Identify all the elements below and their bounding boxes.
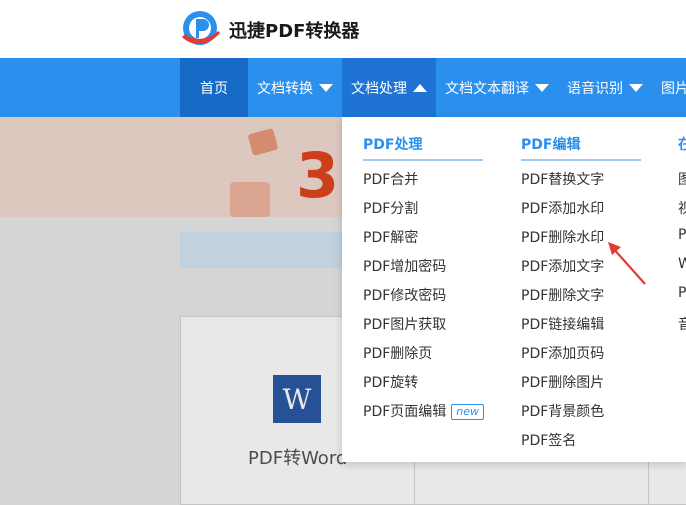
doc-process-dropdown: PDF处理 PDF合并 PDF分割 PDF解密 PDF增加密码 PDF修改密码 …	[342, 117, 686, 462]
main-nav: 首页 文档转换 文档处理 文档文本翻译 语音识别 图片	[0, 58, 686, 117]
column-title-pdf-edit: PDF编辑	[521, 137, 581, 153]
menu-item-pdf-merge[interactable]: PDF合并	[363, 169, 418, 189]
menu-item-pdf-delete-images[interactable]: PDF删除图片	[521, 372, 604, 392]
menu-item-pdf-remove-watermark[interactable]: PDF删除水印	[521, 227, 604, 247]
nav-doc-convert[interactable]: 文档转换	[248, 58, 342, 117]
nav-doc-translate[interactable]: 文档文本翻译	[436, 58, 558, 117]
menu-item-pdf-signature[interactable]: PDF签名	[521, 430, 576, 450]
chevron-down-icon	[629, 83, 643, 92]
menu-item-clipped[interactable]: 视	[678, 198, 686, 218]
menu-item-pdf-page-edit[interactable]: PDF页面编辑 new	[363, 401, 485, 421]
menu-item-pdf-rotate[interactable]: PDF旋转	[363, 372, 418, 392]
chevron-up-icon	[413, 83, 427, 92]
nav-image-label: 图片	[661, 80, 686, 97]
menu-item-pdf-change-password[interactable]: PDF修改密码	[363, 285, 446, 305]
nav-speech-label: 语音识别	[567, 80, 623, 97]
menu-item-pdf-background-color[interactable]: PDF背景颜色	[521, 401, 604, 421]
annotation-arrow-icon	[608, 242, 646, 285]
chevron-down-icon	[535, 83, 549, 92]
nav-speech[interactable]: 语音识别	[558, 58, 652, 117]
header: 迅捷PDF转换器	[0, 0, 686, 58]
logo-icon[interactable]	[178, 7, 222, 49]
menu-item-pdf-add-text[interactable]: PDF添加文字	[521, 256, 604, 276]
column-title-clipped: 在	[678, 137, 686, 153]
menu-item-pdf-delete-pages[interactable]: PDF删除页	[363, 343, 432, 363]
menu-item-pdf-add-password[interactable]: PDF增加密码	[363, 256, 446, 276]
menu-item-label: PDF页面编辑	[363, 404, 447, 420]
menu-item-pdf-extract-images[interactable]: PDF图片获取	[363, 314, 446, 334]
chevron-down-icon	[319, 83, 333, 92]
column-divider	[521, 159, 641, 161]
nav-home-label: 首页	[200, 80, 228, 97]
column-divider	[363, 159, 483, 161]
menu-item-clipped[interactable]: 图	[678, 169, 686, 189]
nav-image[interactable]: 图片	[652, 58, 686, 117]
nav-doc-convert-label: 文档转换	[257, 80, 313, 97]
menu-item-clipped[interactable]: P	[678, 227, 686, 243]
menu-item-pdf-split[interactable]: PDF分割	[363, 198, 418, 218]
menu-item-clipped[interactable]: 音	[678, 314, 686, 334]
column-title-pdf-process: PDF处理	[363, 137, 423, 153]
menu-item-pdf-decrypt[interactable]: PDF解密	[363, 227, 418, 247]
menu-item-clipped[interactable]: P	[678, 285, 686, 301]
brand-name[interactable]: 迅捷PDF转换器	[229, 17, 359, 43]
nav-doc-translate-label: 文档文本翻译	[445, 80, 529, 97]
nav-home[interactable]: 首页	[180, 58, 248, 117]
new-badge: new	[451, 404, 485, 420]
menu-item-pdf-link-edit[interactable]: PDF链接编辑	[521, 314, 604, 334]
menu-item-pdf-add-page-numbers[interactable]: PDF添加页码	[521, 343, 604, 363]
menu-item-pdf-add-watermark[interactable]: PDF添加水印	[521, 198, 604, 218]
menu-item-pdf-delete-text[interactable]: PDF删除文字	[521, 285, 604, 305]
menu-item-pdf-replace-text[interactable]: PDF替换文字	[521, 169, 604, 189]
nav-doc-process-label: 文档处理	[351, 80, 407, 97]
nav-doc-process[interactable]: 文档处理	[342, 58, 436, 117]
menu-item-clipped[interactable]: W	[678, 256, 686, 272]
